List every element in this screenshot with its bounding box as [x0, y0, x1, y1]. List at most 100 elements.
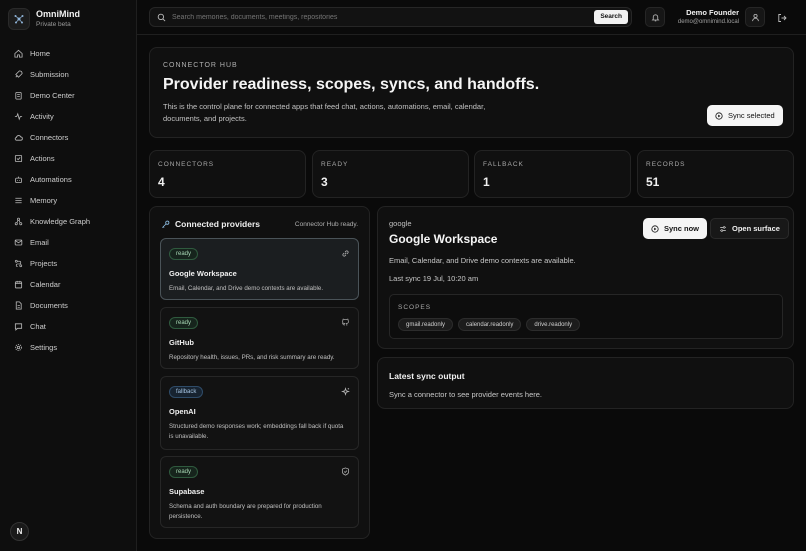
sidebar-item-settings[interactable]: Settings	[0, 337, 137, 358]
sidebar-item-label: Automations	[30, 175, 72, 184]
sidebar-item-label: Calendar	[30, 280, 61, 289]
stat-value: 3	[321, 175, 328, 189]
status-badge: ready	[169, 248, 199, 260]
sidebar-item-label: Email	[30, 238, 49, 247]
calendar-icon	[14, 280, 23, 289]
provider-name: Supabase	[169, 487, 205, 496]
scopes-box: SCOPES gmail.readonly calendar.readonly …	[389, 294, 783, 339]
rocket-icon	[15, 70, 23, 78]
providers-header: Connected providers	[161, 219, 260, 229]
open-surface-label: Open surface	[732, 224, 780, 233]
brand[interactable]: OmniMind Private beta	[8, 8, 80, 30]
sidebar-item-email[interactable]: Email	[0, 232, 137, 253]
user-icon	[751, 13, 759, 21]
search-button[interactable]: Search	[594, 10, 628, 24]
provider-detail-title: Google Workspace	[389, 232, 498, 246]
clipboard-icon	[15, 91, 22, 100]
stat-card-records: RECORDS 51	[637, 150, 794, 198]
sync-output-title: Latest sync output	[389, 371, 465, 381]
sidebar-item-label: Memory	[30, 196, 58, 205]
scope-chip: drive.readonly	[526, 318, 581, 331]
route-icon	[14, 259, 23, 268]
scope-list: gmail.readonly calendar.readonly drive.r…	[398, 318, 581, 331]
stat-value: 4	[158, 175, 165, 189]
user-email: demo@omnimind.local	[677, 19, 739, 25]
stat-card-ready: READY 3	[312, 150, 469, 198]
provider-name: GitHub	[169, 338, 194, 347]
provider-description: Schema and auth boundary are prepared fo…	[169, 503, 322, 520]
sidebar-item-label: Settings	[30, 343, 58, 352]
bot-icon	[15, 176, 22, 184]
stat-value: 1	[483, 175, 490, 189]
check-square-icon	[14, 154, 23, 163]
search-input[interactable]	[172, 13, 631, 21]
sidebar-item-calendar[interactable]: Calendar	[0, 274, 137, 295]
sidebar-item-label: Submission	[30, 70, 69, 79]
hero-kicker: CONNECTOR HUB	[163, 62, 238, 69]
provider-card-openai[interactable]: fallback OpenAI Structured demo response…	[160, 376, 359, 450]
sidebar-item-label: Knowledge Graph	[30, 217, 91, 226]
user-profile-button[interactable]	[745, 7, 765, 27]
providers-title: Connected providers	[175, 219, 261, 229]
stat-label: RECORDS	[646, 161, 686, 168]
sync-output-description: Sync a connector to see provider events …	[389, 390, 543, 399]
sync-now-label: Sync now	[664, 224, 700, 233]
open-surface-button[interactable]: Open surface	[710, 218, 789, 239]
sidebar-item-automations[interactable]: Automations	[0, 169, 137, 190]
sidebar-item-label: Demo Center	[30, 91, 75, 100]
search-bar: Search	[149, 7, 632, 27]
sidebar-item-activity[interactable]: Activity	[0, 106, 137, 127]
sidebar-item-demo-center[interactable]: Demo Center	[0, 85, 137, 106]
search-icon	[157, 13, 166, 21]
provider-card-supabase[interactable]: ready Supabase Schema and auth boundary …	[160, 456, 359, 528]
provider-description: Email, Calendar, and Drive demo contexts…	[169, 285, 324, 292]
logout-button[interactable]	[777, 10, 787, 28]
sidebar-nav: Home Submission Demo Center Activity Con…	[0, 43, 137, 358]
connected-providers-panel: Connected providers Connector Hub ready.…	[149, 206, 370, 539]
cloud-icon	[14, 135, 23, 141]
scopes-label: SCOPES	[398, 304, 432, 311]
sidebar-item-memory[interactable]: Memory	[0, 190, 137, 211]
status-badge: fallback	[169, 386, 204, 398]
connector-hub-hero: CONNECTOR HUB Provider readiness, scopes…	[149, 47, 794, 138]
logout-icon	[778, 14, 787, 22]
brand-name: OmniMind	[36, 9, 80, 19]
link-icon	[342, 250, 349, 257]
provider-card-google-workspace[interactable]: ready Google Workspace Email, Calendar, …	[160, 238, 359, 300]
home-icon	[14, 49, 23, 58]
sync-selected-label: Sync selected	[728, 111, 775, 120]
sync-now-button[interactable]: Sync now	[643, 218, 708, 239]
notifications-button[interactable]	[645, 7, 665, 27]
sidebar-item-chat[interactable]: Chat	[0, 316, 137, 337]
hero-description: This is the control plane for connected …	[163, 102, 486, 123]
sidebar-item-label: Documents	[30, 301, 68, 310]
sync-output-panel: Latest sync output Sync a connector to s…	[377, 357, 794, 409]
stat-label: READY	[321, 161, 349, 168]
play-circle-icon	[715, 111, 723, 120]
sidebar-item-label: Chat	[30, 322, 46, 331]
sidebar-item-connectors[interactable]: Connectors	[0, 127, 137, 148]
sidebar-item-documents[interactable]: Documents	[0, 295, 137, 316]
gear-icon	[15, 344, 22, 351]
sync-selected-button[interactable]: Sync selected	[707, 105, 783, 126]
sidebar-item-label: Projects	[30, 259, 58, 268]
sidebar-item-actions[interactable]: Actions	[0, 148, 137, 169]
mail-icon	[14, 239, 23, 246]
graph-icon	[14, 217, 23, 226]
stat-card-connectors: CONNECTORS 4	[149, 150, 306, 198]
topbar: Search Demo Founder demo@omnimind.local	[137, 0, 806, 35]
stat-value: 51	[646, 175, 660, 189]
sidebar-item-knowledge-graph[interactable]: Knowledge Graph	[0, 211, 137, 232]
sidebar-item-projects[interactable]: Projects	[0, 253, 137, 274]
key-icon	[162, 220, 170, 228]
sidebar-item-submission[interactable]: Submission	[0, 64, 137, 85]
user-name: Demo Founder	[686, 8, 739, 17]
sidebar: OmniMind Private beta Home Submission De…	[0, 0, 137, 551]
provider-key: google	[389, 219, 412, 228]
provider-card-github[interactable]: ready GitHub Repository health, issues, …	[160, 307, 359, 369]
sidebar-item-label: Home	[30, 49, 51, 58]
avatar[interactable]: N	[10, 522, 29, 541]
sidebar-item-home[interactable]: Home	[0, 43, 137, 64]
provider-name: OpenAI	[169, 407, 196, 416]
last-sync-text: Last sync 19 Jul, 10:20 am	[389, 274, 479, 283]
